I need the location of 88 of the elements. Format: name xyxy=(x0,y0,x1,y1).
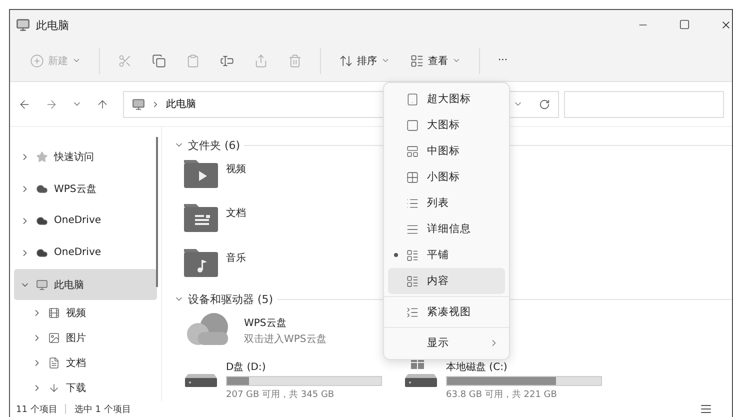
folder-icon xyxy=(184,202,218,232)
menu-item[interactable]: 中图标 xyxy=(388,138,505,164)
sidebar-label: 下载 xyxy=(66,382,86,396)
scrollbar[interactable] xyxy=(156,137,158,287)
view-icon xyxy=(406,144,419,158)
document-icon xyxy=(48,357,60,370)
forward-icon[interactable] xyxy=(44,98,58,110)
sidebar-item[interactable]: WPS云盘 xyxy=(14,172,157,205)
drive-name: WPS云盘 xyxy=(244,316,288,330)
caret-icon xyxy=(381,56,390,65)
folder-icon xyxy=(184,158,218,188)
close-icon[interactable] xyxy=(720,19,732,31)
sort-button[interactable]: 排序 xyxy=(331,46,398,76)
details-view-icon[interactable] xyxy=(700,403,712,415)
monitor-icon xyxy=(132,98,145,110)
section-header: 设备和驱动器 (5) xyxy=(188,292,274,307)
cloud-icon xyxy=(36,214,48,227)
trash-icon xyxy=(288,54,302,68)
maximize-icon[interactable] xyxy=(679,19,690,30)
folder-icon xyxy=(184,246,218,276)
up-icon[interactable] xyxy=(96,98,109,110)
back-icon[interactable] xyxy=(18,98,31,110)
share-icon xyxy=(254,54,268,68)
refresh-icon[interactable] xyxy=(539,98,550,110)
view-button[interactable]: 查看 xyxy=(402,46,469,76)
scissors-icon xyxy=(118,54,132,68)
drive-icon xyxy=(184,373,218,388)
sidebar-label: 图片 xyxy=(66,332,86,346)
view-icon xyxy=(406,118,419,132)
sidebar-item[interactable]: 快速访问 xyxy=(14,141,157,173)
add-icon xyxy=(30,54,44,68)
menu-item[interactable]: 显示 xyxy=(388,330,505,356)
view-icon xyxy=(406,92,419,106)
cloud-icon xyxy=(36,182,48,195)
more-button[interactable]: ··· xyxy=(490,46,516,76)
folder-name: 视频 xyxy=(226,162,246,176)
drive-name: 本地磁盘 (C:) xyxy=(446,360,508,374)
menu-item[interactable]: 小图标 xyxy=(388,164,505,190)
sidebar-item[interactable]: 下载 xyxy=(14,376,157,401)
sidebar-label: OneDrive xyxy=(54,247,102,258)
download-icon xyxy=(48,382,60,394)
free-space: 63.8 GB 可用，共 221 GB xyxy=(446,388,558,401)
sidebar-label: 文档 xyxy=(66,356,86,370)
view-icon xyxy=(406,222,419,236)
sidebar-label: 视频 xyxy=(66,306,86,320)
view-icon xyxy=(406,170,419,184)
film-icon xyxy=(48,307,60,320)
menu-item[interactable]: 列表 xyxy=(388,190,505,216)
menu-item[interactable]: 内容 xyxy=(388,268,505,294)
selection-count: 选中 1 个项目 xyxy=(74,404,131,416)
sidebar-label: WPS云盘 xyxy=(54,182,96,196)
view-icon xyxy=(406,274,419,288)
address-path: 此电脑 xyxy=(166,98,196,111)
sidebar-label: OneDrive xyxy=(54,215,102,226)
sidebar-label: 此电脑 xyxy=(54,278,84,292)
free-space: 207 GB 可用，共 345 GB xyxy=(226,388,336,401)
clipboard-icon xyxy=(186,54,200,68)
menu-item[interactable]: 详细信息 xyxy=(388,216,505,242)
view-icon xyxy=(410,54,424,68)
monitor-icon xyxy=(36,278,48,290)
sort-icon xyxy=(339,54,353,68)
item-count: 11 个项目 xyxy=(16,404,58,416)
folder-name: 文档 xyxy=(226,206,246,220)
copy-icon xyxy=(152,54,166,68)
sidebar-item[interactable]: 图片 xyxy=(14,326,157,351)
folder-name: 音乐 xyxy=(226,252,246,264)
section-header: 文件夹 (6) xyxy=(188,138,240,153)
search-field[interactable] xyxy=(564,90,724,118)
drive-name: D盘 (D:) xyxy=(226,361,267,374)
menu-item[interactable]: 平铺 xyxy=(388,242,505,268)
menu-item[interactable]: 紧凑视图 xyxy=(388,299,505,325)
view-icon xyxy=(406,306,419,318)
sidebar-item[interactable]: 视频 xyxy=(14,300,157,326)
sidebar-label: 快速访问 xyxy=(54,150,94,164)
sidebar-item[interactable]: 文档 xyxy=(14,350,157,376)
monitor-icon xyxy=(16,18,30,32)
drive-description: 双击进入WPS云盘 xyxy=(244,332,326,346)
caret-icon xyxy=(72,56,81,65)
image-icon xyxy=(48,332,60,344)
sidebar-item[interactable]: OneDrive xyxy=(14,204,157,237)
star-icon xyxy=(36,150,48,163)
caret-icon xyxy=(452,56,461,65)
sidebar-item[interactable]: OneDrive xyxy=(14,236,157,269)
sidebar-item[interactable]: 此电脑 xyxy=(14,268,157,300)
window-title: 此电脑 xyxy=(36,18,70,32)
view-icon xyxy=(406,248,419,262)
rename-icon xyxy=(220,54,234,68)
cloud-icon xyxy=(36,246,48,259)
